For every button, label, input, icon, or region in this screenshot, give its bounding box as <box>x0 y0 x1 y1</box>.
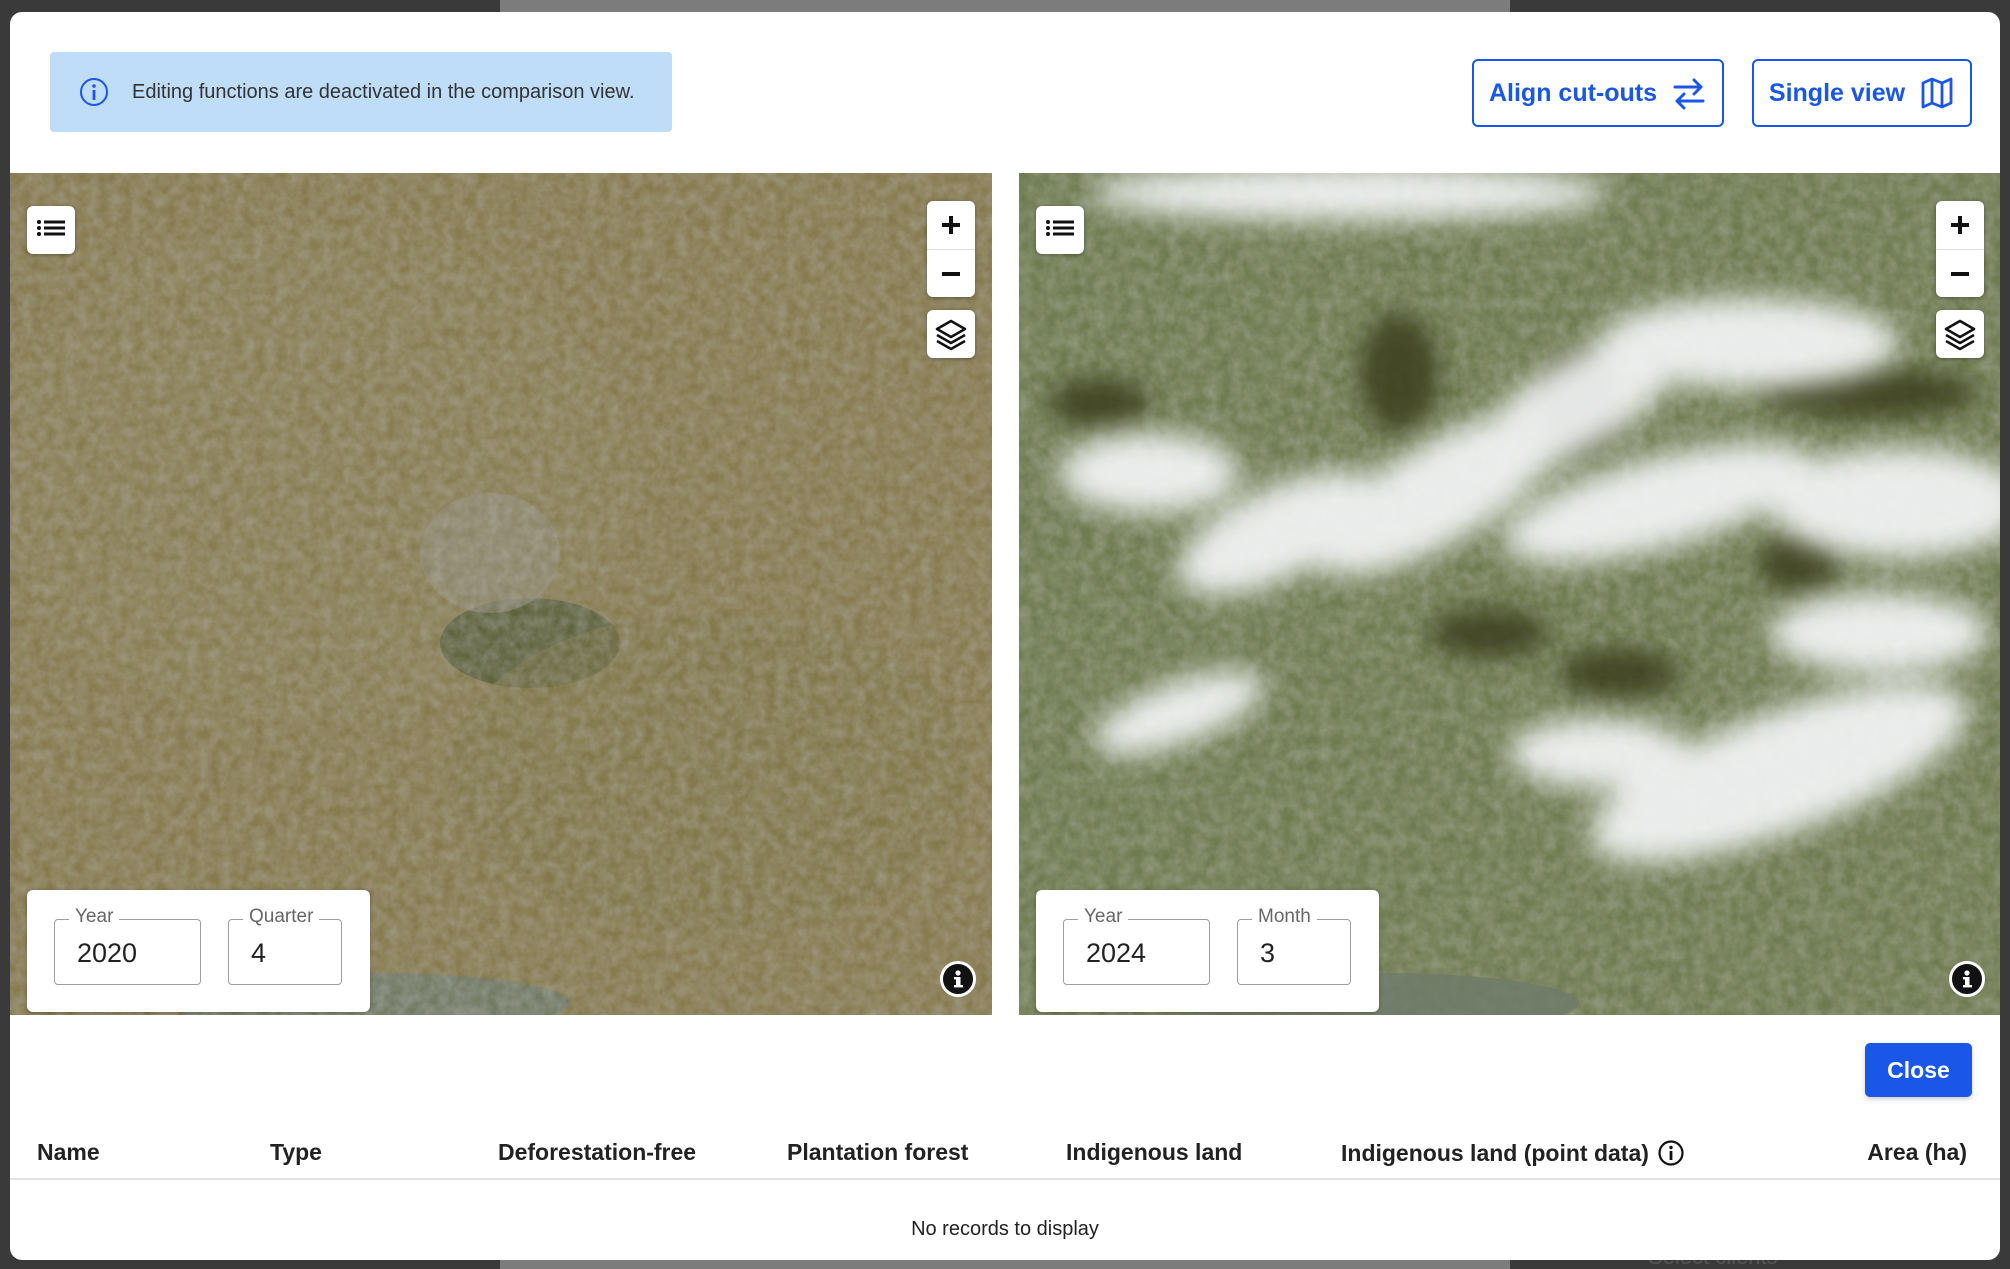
column-header-type[interactable]: Type <box>270 1139 322 1166</box>
year-label-left: Year <box>69 906 120 928</box>
month-select-right[interactable]: Month 3 <box>1237 906 1351 985</box>
year-value-left: 2020 <box>77 938 138 968</box>
info-icon <box>1963 970 1972 988</box>
minus-icon <box>942 271 960 276</box>
legend-toggle-button[interactable] <box>27 206 75 254</box>
swap-arrows-icon <box>1673 78 1705 110</box>
column-header-name[interactable]: Name <box>37 1139 100 1166</box>
map-view-right[interactable]: Year 2024 Month 3 <box>1019 173 2000 1015</box>
column-header-plantation-forest[interactable]: Plantation forest <box>787 1139 968 1166</box>
layers-icon <box>935 319 967 351</box>
banner-text: Editing functions are deactivated in the… <box>132 80 635 103</box>
info-banner: Editing functions are deactivated in the… <box>50 52 672 132</box>
period-selector-left: Year 2020 Quarter 4 <box>27 890 370 1012</box>
info-outline-icon[interactable] <box>1657 1139 1685 1167</box>
zoom-controls-right <box>1936 201 1984 297</box>
info-icon <box>954 970 963 988</box>
quarter-value-left: 4 <box>251 938 267 968</box>
year-label-right: Year <box>1078 906 1129 928</box>
plus-icon <box>942 216 960 234</box>
map-view-left[interactable]: Year 2020 Quarter 4 <box>10 173 992 1015</box>
zoom-out-button[interactable] <box>927 249 975 297</box>
layers-button-right[interactable] <box>1936 310 1984 358</box>
align-cutouts-button[interactable]: Align cut-outs <box>1472 59 1724 127</box>
quarter-select-left[interactable]: Quarter 4 <box>228 906 342 985</box>
satellite-image-right <box>1019 173 2000 1015</box>
table-empty-message: No records to display <box>911 1218 1099 1240</box>
satellite-image-left <box>10 173 992 1015</box>
map-icon <box>1921 77 1953 109</box>
comparison-dialog: Editing functions are deactivated in the… <box>10 12 2000 1260</box>
single-view-label: Single view <box>1768 78 1906 107</box>
info-circle-icon <box>80 78 108 106</box>
year-select-right[interactable]: Year 2024 <box>1063 906 1210 985</box>
zoom-out-button-right[interactable] <box>1936 249 1984 297</box>
column-header-deforestation-free[interactable]: Deforestation-free <box>498 1139 696 1166</box>
layers-icon <box>1944 319 1976 351</box>
zoom-in-button[interactable] <box>927 201 975 249</box>
table-header: Name Type Deforestation-free Plantation … <box>10 1120 2000 1180</box>
layers-button[interactable] <box>927 310 975 358</box>
plus-icon <box>1951 216 1969 234</box>
list-icon <box>37 220 65 236</box>
column-header-indigenous-land-point[interactable]: Indigenous land (point data) <box>1341 1139 1685 1167</box>
year-value-right: 2024 <box>1086 938 1147 968</box>
legend-toggle-button-right[interactable] <box>1036 206 1084 254</box>
single-view-button[interactable]: Single view <box>1752 59 1972 127</box>
align-cutouts-label: Align cut-outs <box>1488 78 1658 107</box>
attribution-info-button-right[interactable] <box>1949 961 1985 997</box>
quarter-label-left: Quarter <box>243 906 320 928</box>
minus-icon <box>1951 271 1969 276</box>
close-button[interactable]: Close <box>1865 1043 1972 1097</box>
attribution-info-button[interactable] <box>940 961 976 997</box>
zoom-in-button-right[interactable] <box>1936 201 1984 249</box>
column-header-indigenous-land-point-label: Indigenous land (point data) <box>1341 1139 1649 1166</box>
year-select-left[interactable]: Year 2020 <box>54 906 201 985</box>
zoom-controls <box>927 201 975 297</box>
month-label-right: Month <box>1252 906 1317 928</box>
month-value-right: 3 <box>1260 938 1276 968</box>
list-icon <box>1046 220 1074 236</box>
column-header-indigenous-land[interactable]: Indigenous land <box>1066 1139 1242 1166</box>
column-header-area[interactable]: Area (ha) <box>1867 1139 1967 1166</box>
period-selector-right: Year 2024 Month 3 <box>1036 890 1379 1012</box>
